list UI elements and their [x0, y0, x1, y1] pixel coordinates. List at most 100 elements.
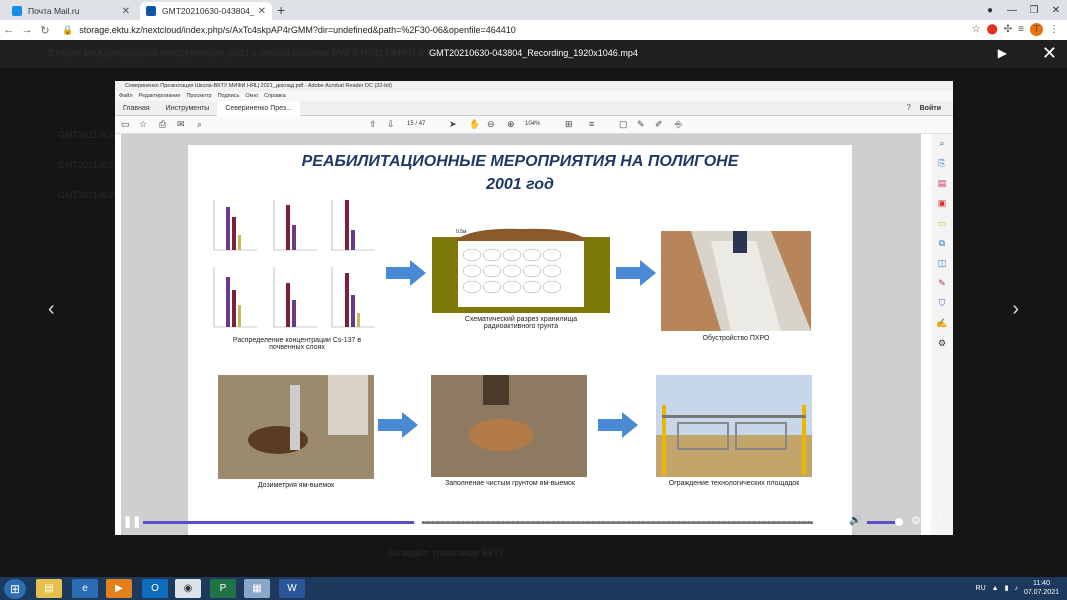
right-arrow-icon — [378, 412, 418, 438]
minimize-button[interactable]: — — [1001, 5, 1023, 16]
caption-fill: Заполнение чистым грунтом ям-выемок — [444, 480, 576, 487]
extension-abp-icon[interactable]: ⬤ — [987, 24, 998, 35]
scroll-mode-icon[interactable]: ≡ — [589, 119, 594, 129]
fullscreen-icon[interactable]: ⤢ — [933, 514, 942, 527]
fill-sign-icon[interactable]: ✎ — [936, 278, 948, 290]
back-icon[interactable]: ← — [0, 24, 18, 36]
volume-handle[interactable] — [895, 518, 903, 526]
scheme-depth-label: 0,5м — [456, 229, 467, 235]
cs137-charts-image — [213, 200, 375, 328]
word-icon[interactable]: W — [279, 579, 305, 598]
sign-icon[interactable]: ✍ — [936, 318, 948, 330]
close-icon[interactable]: ✕ — [122, 6, 130, 17]
record-icon[interactable]: ● — [979, 5, 1001, 16]
windows-taskbar: ⊞ ▤ e ▶ O ◉ P ▦ W RU ▲ ▮ ♪ 11:40 07.07.2… — [0, 577, 1067, 600]
explorer-icon[interactable]: ▤ — [36, 579, 62, 598]
help-icon[interactable]: ? — [907, 103, 911, 112]
right-arrow-icon — [598, 412, 638, 438]
ie-icon[interactable]: e — [72, 579, 98, 598]
more-tools-icon[interactable]: ⚙ — [936, 338, 948, 350]
gear-icon[interactable]: ⚙ — [911, 514, 921, 527]
close-icon[interactable]: ✕ — [258, 6, 266, 17]
presentation-slide: РЕАБИЛИТАЦИОННЫЕ МЕРОПРИЯТИЯ НА ПОЛИГОНЕ… — [188, 145, 852, 535]
media-player-icon[interactable]: ▶ — [106, 579, 132, 598]
sign-in-button[interactable]: Войти — [920, 105, 941, 112]
speaker-icon[interactable]: ♪ — [1014, 585, 1018, 592]
menu-item[interactable]: Подпись — [218, 91, 240, 101]
puzzle-icon[interactable]: ✣ — [1004, 24, 1012, 35]
menu-item[interactable]: Окно — [245, 91, 258, 101]
star-icon[interactable]: ☆ — [972, 24, 981, 35]
pause-icon[interactable]: ❚❚ — [123, 515, 141, 528]
start-button[interactable]: ⊞ — [4, 579, 26, 599]
zoom-out-icon[interactable]: ⊖ — [487, 119, 495, 130]
zoom-in-icon[interactable]: ⊕ — [507, 119, 515, 130]
combine-icon[interactable]: ⧉ — [936, 238, 948, 250]
fence-photo — [656, 375, 812, 477]
export-pdf-icon[interactable]: ⎘ — [936, 158, 948, 170]
create-pdf-icon[interactable]: ▣ — [936, 198, 948, 210]
hand-icon[interactable]: ✋ — [469, 119, 480, 130]
cursor-icon[interactable]: ➤ — [449, 119, 457, 130]
url-text[interactable]: storage.ektu.kz/nextcloud/index.php/s/Ax… — [79, 25, 516, 35]
acrobat-right-tools-panel: ⌕ ⎘ ▤ ▣ ▭ ⧉ ◫ ✎ ⛉ ✍ ⚙ — [931, 134, 953, 535]
progress-handle[interactable] — [413, 518, 422, 526]
menu-item[interactable]: Справка — [264, 91, 286, 101]
zoom-search-icon[interactable]: ⌕ — [197, 119, 202, 130]
bookmark-star-icon[interactable]: ☆ — [139, 119, 147, 130]
slideshow-play-icon[interactable]: ▶ — [998, 46, 1007, 60]
zoom-select[interactable]: 104% — [525, 121, 540, 127]
more-tools-icon[interactable]: ⎆ — [675, 119, 682, 130]
acrobat-menu-bar: Файл Редактирование Просмотр Подпись Окн… — [115, 91, 953, 101]
language-indicator[interactable]: RU — [976, 585, 986, 592]
volume-icon[interactable]: 🔊 — [849, 515, 861, 526]
chrome-icon[interactable]: ◉ — [175, 579, 201, 598]
menu-item[interactable]: Файл — [119, 91, 133, 101]
page-up-icon[interactable]: ⇧ — [369, 119, 377, 130]
forward-icon[interactable]: → — [18, 24, 36, 36]
comment-icon[interactable]: ▭ — [936, 218, 948, 230]
profile-avatar[interactable]: T — [1030, 23, 1043, 36]
menu-item[interactable]: Просмотр — [186, 91, 211, 101]
tray-arrow-icon[interactable]: ▲ — [992, 585, 999, 592]
background-footer: Копирайт: хранилище ВКТУ — [388, 548, 505, 558]
trench-photo — [661, 231, 811, 331]
tab-document[interactable]: Севериненко През... — [217, 100, 300, 116]
scan-icon[interactable]: ◫ — [936, 258, 948, 270]
highlight-icon[interactable]: ✐ — [655, 119, 663, 130]
comment-icon[interactable]: ▢ — [619, 119, 628, 130]
save-icon[interactable]: ▭ — [121, 119, 130, 130]
next-arrow-icon[interactable]: › — [1012, 298, 1019, 321]
viewer-header: Вторая международная конференция, рост к… — [0, 40, 1067, 68]
previous-arrow-icon[interactable]: ‹ — [48, 298, 55, 321]
outlook-icon[interactable]: O — [142, 579, 168, 598]
clock[interactable]: 11:40 07.07.2021 — [1024, 579, 1059, 597]
tab-home[interactable]: Главная — [115, 101, 158, 116]
menu-icon[interactable]: ⋮ — [1049, 24, 1059, 35]
slide-subtitle: 2001 год — [486, 176, 554, 193]
video-frame[interactable]: Севериненко Презентация Школа-ВКТУ МИФИ … — [115, 81, 953, 535]
window-close-button[interactable]: ✕ — [1045, 5, 1067, 16]
network-icon[interactable]: ▮ — [1005, 584, 1009, 592]
project-icon[interactable]: P — [210, 579, 236, 598]
tab-tools[interactable]: Инструменты — [158, 101, 218, 116]
page-down-icon[interactable]: ⇩ — [387, 119, 395, 130]
page-indicator[interactable]: 15 / 47 — [407, 121, 425, 127]
new-tab-button[interactable]: + — [277, 2, 285, 18]
maximize-button[interactable]: ❐ — [1023, 5, 1045, 16]
screen-tool-icon[interactable]: ▦ — [244, 579, 270, 598]
fit-page-icon[interactable]: ⊞ — [565, 119, 573, 130]
pen-icon[interactable]: ✎ — [637, 119, 645, 130]
organize-icon[interactable]: ▤ — [936, 178, 948, 190]
search-icon[interactable]: ⌕ — [936, 138, 948, 150]
mail-icon[interactable]: ✉ — [177, 119, 185, 130]
tab-mail[interactable]: Почта Mail.ru ✕ — [6, 2, 136, 20]
storage-scheme-image — [432, 228, 610, 313]
print-icon[interactable]: ⎙ — [159, 119, 166, 130]
reload-icon[interactable]: ↻ — [36, 24, 54, 37]
reading-list-icon[interactable]: ≡ — [1018, 24, 1024, 35]
tab-recording[interactable]: GMT20210630-043804_Recordin ✕ — [140, 2, 272, 20]
viewer-close-icon[interactable]: ✕ — [1042, 43, 1057, 64]
protect-icon[interactable]: ⛉ — [936, 298, 948, 310]
menu-item[interactable]: Редактирование — [139, 91, 181, 101]
